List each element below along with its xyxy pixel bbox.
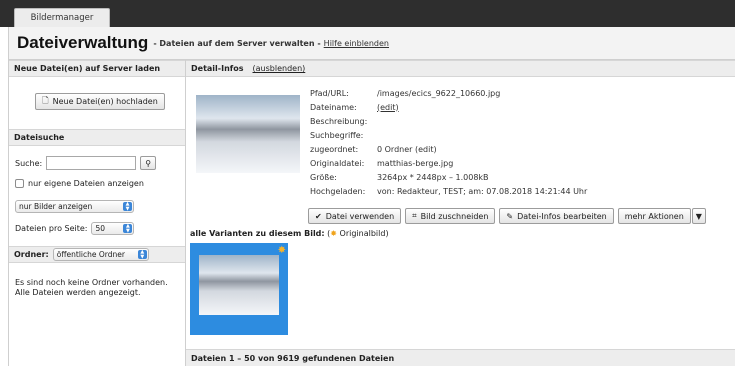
info-value: /images/ecics_9622_10660.jpg (377, 88, 501, 98)
select-arrows-icon: ▲ ▼ (137, 249, 147, 259)
info-key: Suchbegriffe: (310, 130, 364, 140)
info-row-description: Beschreibung: (310, 114, 587, 128)
search-heading: Dateisuche (9, 129, 185, 146)
page-title: Dateiverwaltung (17, 33, 149, 52)
own-files-label: nur eigene Dateien anzeigen (28, 179, 144, 188)
select-arrows-icon: ▲ ▼ (123, 223, 133, 233)
check-icon: ✔ (315, 211, 322, 221)
folder-value: öffentliche Ordner (56, 250, 125, 259)
per-page-value: 50 (95, 224, 106, 233)
variants-legend-text: Originalbild) (339, 229, 389, 238)
crop-image-button[interactable]: ⌗ Bild zuschneiden (405, 208, 496, 224)
edit-info-button[interactable]: ✎ Datei-Infos bearbeiten (499, 208, 614, 224)
select-arrows-icon: ▲ ▼ (123, 201, 132, 211)
results-bar: Dateien 1 – 50 von 9619 gefundenen Datei… (186, 349, 735, 366)
use-file-button[interactable]: ✔ Datei verwenden (308, 208, 402, 224)
info-key: Hochgeladen: (310, 186, 366, 196)
folder-note: Es sind noch keine Ordner vorhanden. All… (15, 278, 168, 297)
star-icon: ✸ (277, 245, 286, 256)
caret-down-icon[interactable]: ▼ (691, 208, 706, 224)
upload-button[interactable]: 🗋 Neue Datei(en) hochladen (35, 93, 165, 110)
main-panel: Detail-Infos (ausblenden) Pfad/URL: /ima… (186, 60, 735, 366)
page-header: Dateiverwaltung - Dateien auf dem Server… (8, 27, 735, 60)
star-icon: ✸ (330, 229, 337, 238)
own-files-row: nur eigene Dateien anzeigen (15, 179, 144, 188)
info-row-size: Größe: 3264px * 2448px – 1.008kB (310, 170, 587, 184)
info-row-filename: Dateiname: (edit) (310, 100, 587, 114)
type-filter-row: nur Bilder anzeigen ▲ ▼ (15, 200, 134, 213)
action-bar: ✔ Datei verwenden ⌗ Bild zuschneiden ✎ D… (308, 208, 706, 224)
page-subtitle: - Dateien auf dem Server verwalten - (153, 38, 321, 48)
info-key: Größe: (310, 172, 337, 182)
type-filter-value: nur Bilder anzeigen (19, 202, 93, 211)
upload-button-label: Neue Datei(en) hochladen (52, 97, 158, 106)
type-filter-select[interactable]: nur Bilder anzeigen ▲ ▼ (15, 200, 134, 213)
image-preview (196, 95, 300, 173)
info-row-path: Pfad/URL: /images/ecics_9622_10660.jpg (310, 86, 587, 100)
detail-heading: Detail-Infos (ausblenden) (186, 60, 735, 77)
search-row: Suche: ⚲ (15, 156, 157, 170)
search-icon[interactable]: ⚲ (140, 156, 157, 170)
more-actions-group: mehr Aktionen ▼ (617, 208, 706, 224)
info-key: zugeordnet: (310, 144, 359, 154)
top-bar: Bildermanager (0, 0, 735, 27)
crop-icon: ⌗ (412, 211, 417, 220)
edit-filename-link[interactable]: (edit) (377, 103, 399, 112)
help-link[interactable]: Hilfe einblenden (324, 39, 389, 48)
upload-heading: Neue Datei(en) auf Server laden (9, 60, 185, 77)
crop-label: Bild zuschneiden (420, 211, 489, 221)
detail-info-list: Pfad/URL: /images/ecics_9622_10660.jpg D… (310, 86, 587, 198)
pencil-icon: ✎ (506, 211, 514, 221)
info-value: von: Redakteur, TEST; am: 07.08.2018 14:… (377, 186, 588, 196)
use-file-label: Datei verwenden (325, 211, 395, 221)
folder-heading: Ordner: öffentliche Ordner ▲ ▼ (9, 246, 185, 263)
info-value: 0 Ordner (edit) (377, 144, 437, 154)
info-key: Dateiname: (310, 102, 357, 112)
variant-thumbnail[interactable]: ✸ (190, 243, 288, 335)
info-key: Beschreibung: (310, 116, 368, 126)
folder-label: Ordner: (14, 250, 49, 259)
hide-details-link[interactable]: (ausblenden) (253, 64, 306, 73)
tab-bildermanager[interactable]: Bildermanager (14, 8, 110, 27)
variants-title: alle Varianten zu diesem Bild: (190, 229, 325, 238)
file-icon: 🗋 (42, 95, 49, 105)
search-input[interactable] (46, 156, 137, 170)
detail-title: Detail-Infos (191, 64, 244, 73)
info-key: Originaldatei: (310, 158, 365, 168)
info-row-keywords: Suchbegriffe: (310, 128, 587, 142)
per-page-label: Dateien pro Seite: (15, 224, 88, 233)
info-row-assigned: zugeordnet: 0 Ordner (edit) (310, 142, 587, 156)
info-key: Pfad/URL: (310, 88, 349, 98)
variant-image (199, 255, 279, 315)
variants-label: alle Varianten zu diesem Bild: (✸ Origin… (190, 229, 389, 238)
search-label: Suche: (15, 158, 43, 168)
more-actions-button[interactable]: mehr Aktionen (617, 208, 691, 224)
left-sidebar: Neue Datei(en) auf Server laden 🗋 Neue D… (8, 60, 186, 366)
per-page-select[interactable]: 50 ▲ ▼ (91, 222, 135, 235)
edit-info-label: Datei-Infos bearbeiten (517, 211, 607, 221)
folder-select[interactable]: öffentliche Ordner ▲ ▼ (52, 248, 149, 261)
info-row-original: Originaldatei: matthias-berge.jpg (310, 156, 587, 170)
info-row-uploaded: Hochgeladen: von: Redakteur, TEST; am: 0… (310, 184, 587, 198)
info-value: 3264px * 2448px – 1.008kB (377, 172, 489, 182)
info-value: matthias-berge.jpg (377, 158, 454, 168)
per-page-row: Dateien pro Seite: 50 ▲ ▼ (15, 222, 135, 235)
own-files-checkbox[interactable] (15, 179, 24, 188)
